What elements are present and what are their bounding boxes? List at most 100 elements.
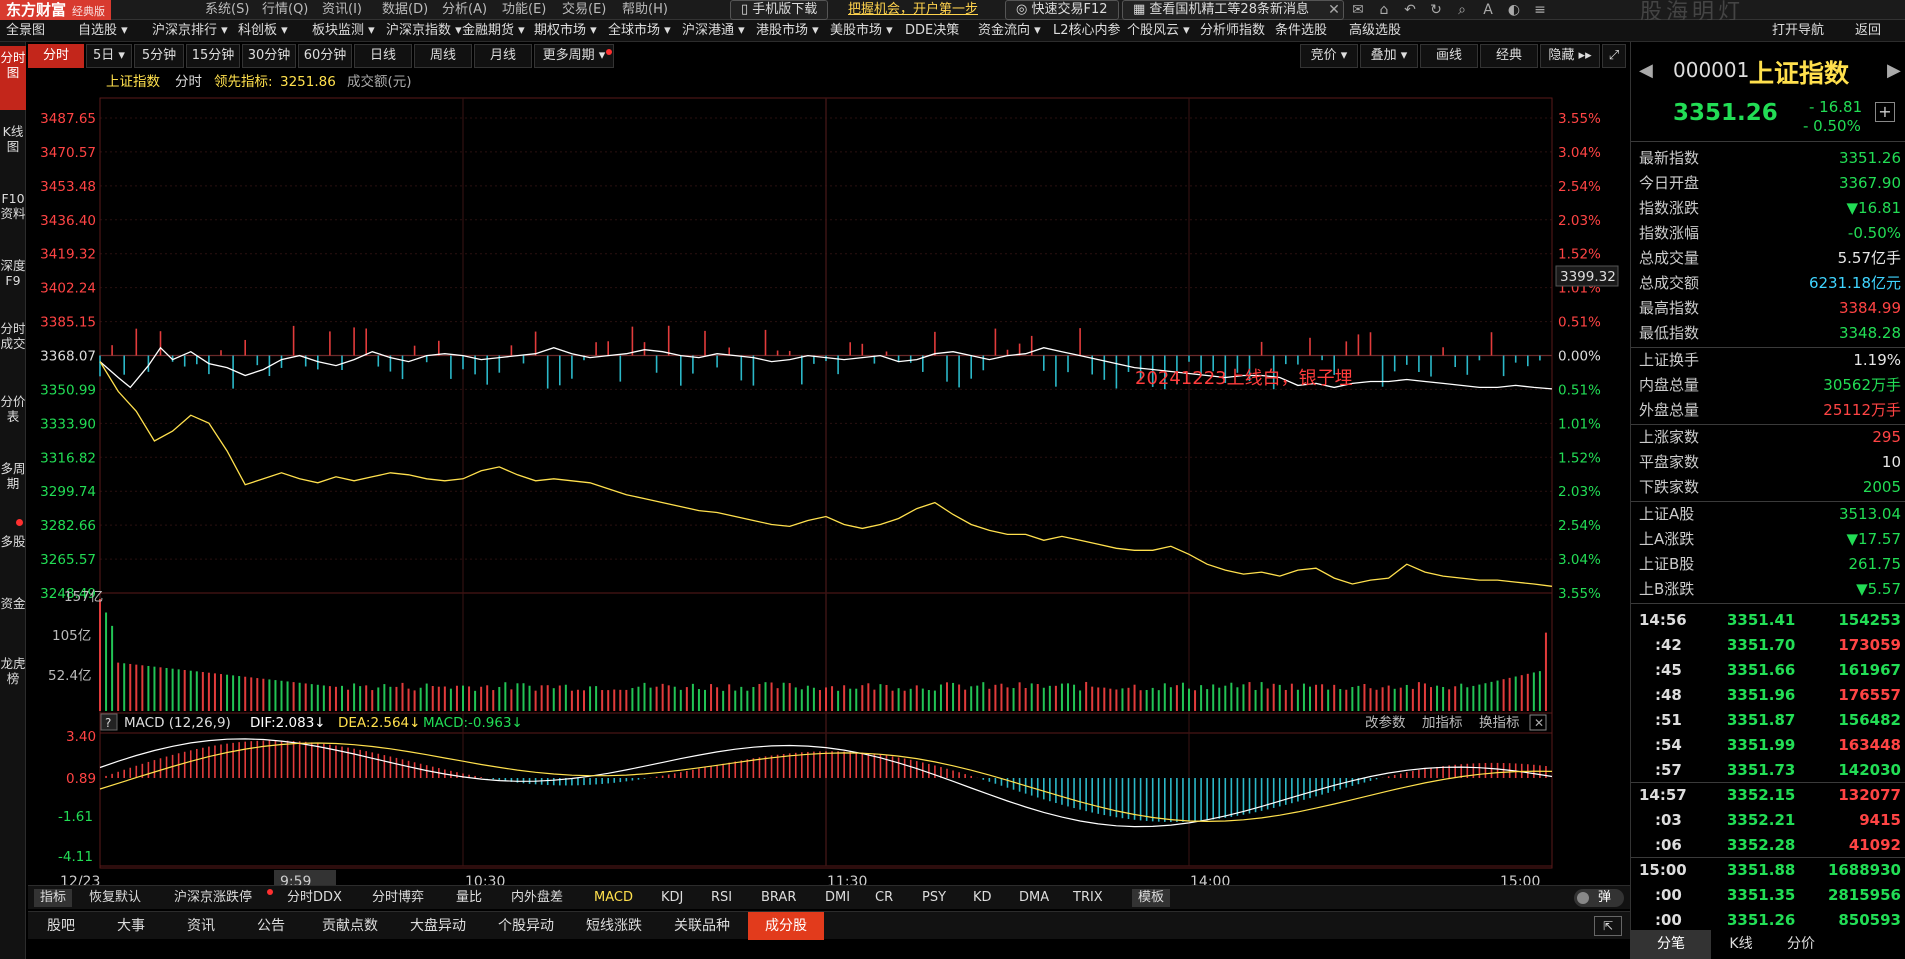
mail-icon[interactable]: ✉ [1348,1,1368,19]
period-tab-5day[interactable]: 5日 ▾ [86,44,132,68]
mobile-download-button[interactable]: ▯ 手机版下载 [730,0,829,20]
menu-help[interactable]: 帮助(H) [622,0,668,20]
nav-item-analyst[interactable]: 分析师指数 [1200,20,1265,42]
fullscreen-icon[interactable]: ⤢ [1602,44,1626,68]
news-tab-related[interactable]: 关联品种 [660,912,744,940]
indicator-tab-game[interactable]: 分时博弈 [372,889,424,907]
period-tab-day[interactable]: 日线 [354,44,412,68]
news-tab-constituents[interactable]: 成分股 [748,912,824,940]
auction-button[interactable]: 竞价 ▾ [1300,44,1358,68]
classic-button[interactable]: 经典 [1480,44,1538,68]
nav-item-hk[interactable]: 港股市场 ▾ [756,20,819,42]
menu-icon[interactable]: ≡ [1530,1,1550,19]
macd-switch-indicator[interactable]: 换指标 [1479,715,1520,731]
macd-edit-params[interactable]: 改参数 [1365,714,1406,731]
indicator-tab-template[interactable]: 模板 [1132,889,1171,907]
right-tab-price[interactable]: 分价 [1771,930,1831,959]
indicator-tab-dmi[interactable]: DMI [825,889,850,907]
nav-item-back[interactable]: 返回 [1855,20,1881,42]
nav-item-sector[interactable]: 板块监测 ▾ [312,20,375,42]
news-tab-contribution[interactable]: 贡献点数 [308,912,392,940]
nav-item-l2[interactable]: L2核心内参 [1053,20,1121,42]
add-watchlist-icon[interactable]: + [1875,102,1895,122]
indicator-tab-psy[interactable]: PSY [922,889,946,907]
overlay-button[interactable]: 叠加 ▾ [1360,44,1418,68]
nav-item-ranking[interactable]: 沪深京排行 ▾ [152,20,228,42]
intraday-chart[interactable]: 3487.65 3470.57 3453.48 3436.40 3419.32 3402.… [0,68,1630,888]
indicator-tab-kdj[interactable]: KDJ [661,889,683,907]
close-icon[interactable]: ✕ [1324,1,1344,19]
period-tab-more[interactable]: 更多周期 ▾ [534,44,614,68]
period-tab-month[interactable]: 月线 [474,44,532,68]
nav-item-global[interactable]: 全球市场 ▾ [608,20,671,42]
period-tab-5min[interactable]: 5分钟 [134,44,184,68]
percent-tick-label: 2.54% [1558,518,1601,534]
indicator-tab-reset[interactable]: 恢复默认 [89,889,141,907]
indicator-tab-cr[interactable]: CR [875,889,893,907]
nav-item-options[interactable]: 期权市场 ▾ [534,20,597,42]
stat-row: 总成交额 6231.18亿元 [1639,271,1901,296]
back-icon[interactable]: ↶ [1400,1,1420,19]
news-tab-events[interactable]: 大事 [98,912,164,940]
period-tab-30min[interactable]: 30分钟 [242,44,296,68]
period-tab-intraday[interactable]: 分时 [28,44,84,68]
indicator-tab-volume-ratio[interactable]: 量比 [456,889,482,907]
menu-info[interactable]: 资讯(I) [322,0,362,20]
period-tab-60min[interactable]: 60分钟 [298,44,352,68]
nav-item-dde[interactable]: DDE决策 [905,20,959,42]
macd-add-indicator[interactable]: 加指标 [1422,715,1463,731]
quick-trade-button[interactable]: ◎ 快速交易F12 [1005,0,1119,20]
nav-item-overview[interactable]: 全景图 [6,20,45,42]
right-tab-ticks[interactable]: 分笔 [1631,930,1711,959]
nav-item-futures[interactable]: 金融期货 ▾ [462,20,525,42]
indicator-tab-rsi[interactable]: RSI [711,889,732,907]
skin-icon[interactable]: ◐ [1504,1,1524,19]
menu-data[interactable]: 数据(D) [382,0,428,20]
nav-item-open-nav[interactable]: 打开导航 [1772,20,1824,42]
nav-item-stock-events[interactable]: 个股风云 ▾ [1127,20,1190,42]
nav-item-screener[interactable]: 条件选股 [1275,20,1327,42]
draw-line-button[interactable]: 画线 [1420,44,1478,68]
period-tab-week[interactable]: 周线 [414,44,472,68]
indicator-tab-kd[interactable]: KD [973,889,992,907]
menu-analysis[interactable]: 分析(A) [442,0,487,20]
font-size-icon[interactable]: A [1478,1,1498,19]
indicator-tab-indicators[interactable]: 指标 [34,889,73,907]
menu-quote[interactable]: 行情(Q) [262,0,308,20]
period-tab-15min[interactable]: 15分钟 [186,44,240,68]
prev-stock-icon[interactable]: ◀ [1639,60,1653,81]
news-tab-short-term[interactable]: 短线涨跌 [572,912,656,940]
nav-item-advanced-screener[interactable]: 高级选股 [1349,20,1401,42]
news-tab-market-movers[interactable]: 大盘异动 [396,912,480,940]
news-tab-announcements[interactable]: 公告 [238,912,304,940]
promo-link[interactable]: 把握机会，开户第一步 [848,0,978,20]
nav-item-fund-flow[interactable]: 资金流向 ▾ [978,20,1041,42]
hide-button[interactable]: 隐藏 ▸▸ [1540,44,1600,68]
news-tab-stock-movers[interactable]: 个股异动 [484,912,568,940]
nav-item-star-market[interactable]: 科创板 ▾ [238,20,288,42]
indicator-tab-ddx[interactable]: 分时DDX [287,889,342,907]
indicator-tab-trix[interactable]: TRIX [1073,889,1103,907]
indicator-tab-in-out[interactable]: 内外盘差 [511,889,563,907]
home-icon[interactable]: ⌂ [1374,1,1394,19]
menu-trade[interactable]: 交易(E) [562,0,606,20]
refresh-icon[interactable]: ↻ [1426,1,1446,19]
expand-panel-icon[interactable]: ⇱ [1594,916,1622,936]
menu-system[interactable]: 系统(S) [205,0,249,20]
right-tab-kline[interactable]: K线 [1711,930,1771,959]
search-icon[interactable]: ⌕ [1452,1,1472,19]
nav-item-index[interactable]: 沪深京指数 ▾ [386,20,462,42]
news-ticker[interactable]: ▦ 查看国机精工等28条新消息 [1122,0,1344,20]
indicator-tab-dma[interactable]: DMA [1019,889,1049,907]
news-tab-news[interactable]: 资讯 [168,912,234,940]
news-tab-forum[interactable]: 股吧 [28,912,94,940]
popup-toggle[interactable]: 弹 [1574,889,1624,907]
menu-function[interactable]: 功能(E) [502,0,546,20]
next-stock-icon[interactable]: ▶ [1887,60,1901,81]
indicator-tab-brar[interactable]: BRAR [761,889,796,907]
indicator-tab-limit[interactable]: 沪深京涨跌停 [174,889,252,907]
nav-item-watchlist[interactable]: 自选股 ▾ [78,20,128,42]
indicator-tab-macd[interactable]: MACD [594,889,633,907]
nav-item-us[interactable]: 美股市场 ▾ [830,20,893,42]
nav-item-connect[interactable]: 沪深港通 ▾ [682,20,745,42]
